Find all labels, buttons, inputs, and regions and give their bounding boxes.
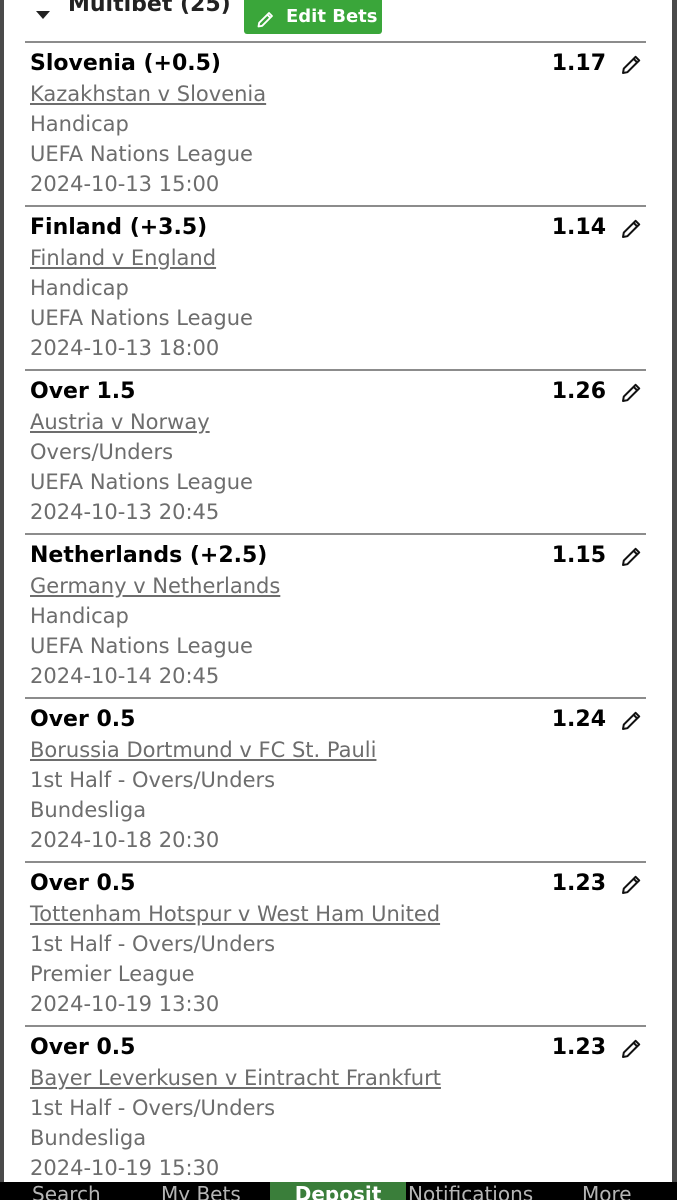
edit-pencil-icon[interactable] [620,52,644,76]
bet-item: Finland (+3.5) 1.14 Finland v England Ha… [25,205,646,369]
nav-deposit[interactable]: Deposit [270,1182,406,1200]
bet-datetime: 2024-10-19 15:30 [30,1156,220,1180]
bet-odds: 1.17 [551,51,606,76]
nav-search[interactable]: Search [32,1182,101,1200]
bet-selection: Over 1.5 [30,379,136,404]
bet-match-link[interactable]: Germany v Netherlands [30,573,280,599]
nav-my-bets-label: My Bets [161,1182,241,1200]
nav-my-bets[interactable]: My Bets [161,1182,241,1200]
bet-competition: Premier League [30,962,195,986]
bet-selection: Over 0.5 [30,1035,136,1060]
nav-notifications-label: Notifications [408,1182,534,1200]
bet-competition: UEFA Nations League [30,634,253,658]
bet-odds: 1.23 [551,1035,606,1060]
bet-item: Over 0.5 1.23 Tottenham Hotspur v West H… [25,861,646,1025]
edit-pencil-icon[interactable] [620,380,644,404]
collapse-caret-icon[interactable] [36,11,50,19]
bottom-navigation: Search My Bets Deposit Notifications Mor… [0,1182,677,1200]
bet-market: 1st Half - Overs/Unders [30,932,276,956]
bet-competition: Bundesliga [30,1126,147,1150]
bet-match-link[interactable]: Borussia Dortmund v FC St. Pauli [30,737,376,763]
bet-market: Handicap [30,276,129,300]
bet-datetime: 2024-10-19 13:30 [30,992,220,1016]
multibet-title: Multibet (25) [68,0,231,17]
nav-notifications[interactable]: Notifications [408,1182,533,1200]
multibet-header: Multibet (25) Edit Bets [4,0,672,40]
bet-market: Overs/Unders [30,440,174,464]
bet-item: Over 0.5 1.24 Borussia Dortmund v FC St.… [25,697,646,861]
bet-selection: Finland (+3.5) [30,215,208,240]
nav-more[interactable]: More [582,1182,632,1200]
edit-bets-button[interactable]: Edit Bets [244,0,382,34]
bet-market: 1st Half - Overs/Unders [30,768,276,792]
bet-selection: Over 0.5 [30,871,136,896]
bet-odds: 1.26 [551,379,606,404]
edit-pencil-icon[interactable] [620,216,644,240]
bet-selection: Slovenia (+0.5) [30,51,221,76]
edit-pencil-icon[interactable] [620,1036,644,1060]
bet-item: Slovenia (+0.5) 1.17 Kazakhstan v Sloven… [25,41,646,205]
edit-pencil-icon[interactable] [620,544,644,568]
bet-selection: Netherlands (+2.5) [30,543,268,568]
bet-match-link[interactable]: Kazakhstan v Slovenia [30,81,266,107]
bet-datetime: 2024-10-18 20:30 [30,828,220,852]
bet-datetime: 2024-10-13 20:45 [30,500,220,524]
window-edge-right [672,0,677,1200]
bet-odds: 1.14 [551,215,606,240]
bet-match-link[interactable]: Finland v England [30,245,216,271]
bet-datetime: 2024-10-14 20:45 [30,664,220,688]
bet-competition: UEFA Nations League [30,306,253,330]
bet-odds: 1.15 [551,543,606,568]
edit-pencil-icon[interactable] [620,872,644,896]
window-edge-left [0,0,4,1200]
nav-deposit-label: Deposit [294,1182,382,1200]
bet-odds: 1.24 [551,707,606,732]
bet-competition: Bundesliga [30,798,147,822]
bet-datetime: 2024-10-13 15:00 [30,172,220,196]
nav-search-label: Search [32,1182,101,1200]
bet-market: 1st Half - Overs/Unders [30,1096,276,1120]
edit-bets-label: Edit Bets [286,6,378,27]
bet-competition: UEFA Nations League [30,142,253,166]
bet-item: Netherlands (+2.5) 1.15 Germany v Nether… [25,533,646,697]
bet-list: Slovenia (+0.5) 1.17 Kazakhstan v Sloven… [25,41,646,1189]
bet-selection: Over 0.5 [30,707,136,732]
pencil-icon [257,12,273,28]
edit-pencil-icon[interactable] [620,708,644,732]
bet-competition: UEFA Nations League [30,470,253,494]
bet-match-link[interactable]: Tottenham Hotspur v West Ham United [30,901,440,927]
bet-item: Over 1.5 1.26 Austria v Norway Overs/Und… [25,369,646,533]
nav-more-label: More [582,1182,632,1200]
bet-market: Handicap [30,604,129,628]
bet-match-link[interactable]: Bayer Leverkusen v Eintracht Frankfurt [30,1065,441,1091]
bet-datetime: 2024-10-13 18:00 [30,336,220,360]
bet-odds: 1.23 [551,871,606,896]
bet-market: Handicap [30,112,129,136]
bet-item: Over 0.5 1.23 Bayer Leverkusen v Eintrac… [25,1025,646,1189]
bet-match-link[interactable]: Austria v Norway [30,409,210,435]
